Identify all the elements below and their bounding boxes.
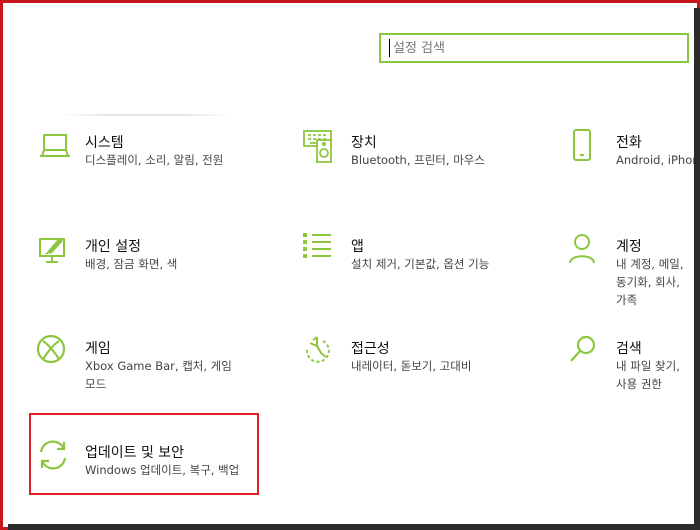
settings-window: 시스템 디스플레이, 소리, 알림, 전원 장치 Bluetooth, 프린터,… (0, 0, 700, 530)
tile-title: 게임 (85, 341, 111, 357)
personalization-icon (37, 233, 73, 269)
tile-description: 디스플레이, 소리, 알림, 전원 (85, 153, 224, 167)
search-icon (568, 335, 604, 371)
tile-phone[interactable]: 전화 Android, iPhone (568, 129, 700, 209)
tile-search[interactable]: 검색 내 파일 찾기, 사용 권한 (568, 335, 697, 415)
tile-description: 내 계정, 메일, 동기화, 회사, 가족 (616, 257, 684, 307)
tile-apps[interactable]: 앱 설치 제거, 기본값, 옵션 기능 (303, 233, 503, 313)
tile-gaming[interactable]: 게임 Xbox Game Bar, 캡처, 게임 모드 (37, 335, 237, 415)
tile-title: 개인 설정 (85, 239, 141, 255)
tile-description: 내레이터, 돋보기, 고대비 (351, 359, 472, 373)
highlight-annotation-box (29, 413, 259, 495)
search-input[interactable] (381, 35, 651, 61)
window-shadow-bottom (8, 524, 700, 530)
tile-description: Bluetooth, 프린터, 마우스 (351, 153, 485, 167)
tile-description: Android, iPhone (616, 153, 700, 167)
text-caret (389, 39, 390, 57)
tile-accounts[interactable]: 계정 내 계정, 메일, 동기화, 회사, 가족 (568, 233, 697, 313)
tile-description: Xbox Game Bar, 캡처, 게임 모드 (85, 359, 232, 391)
tile-title: 계정 (616, 239, 642, 255)
tile-system[interactable]: 시스템 디스플레이, 소리, 알림, 전원 (37, 129, 237, 209)
xbox-icon (37, 335, 73, 371)
laptop-icon (37, 129, 73, 165)
tile-description: 설치 제거, 기본값, 옵션 기능 (351, 257, 490, 271)
window-shadow-right (694, 8, 700, 530)
tile-title: 접근성 (351, 341, 390, 357)
keyboard-speaker-icon (303, 129, 339, 165)
tile-description: 내 파일 찾기, 사용 권한 (616, 359, 680, 391)
apps-list-icon (303, 233, 339, 269)
tile-ease-of-access[interactable]: 접근성 내레이터, 돋보기, 고대비 (303, 335, 503, 415)
tile-devices[interactable]: 장치 Bluetooth, 프린터, 마우스 (303, 129, 503, 209)
divider (61, 114, 231, 116)
phone-icon (568, 129, 604, 165)
tile-title: 시스템 (85, 135, 124, 151)
tile-title: 앱 (351, 239, 364, 255)
tile-title: 장치 (351, 135, 377, 151)
tile-description: 배경, 잠금 화면, 색 (85, 257, 178, 271)
tile-title: 전화 (616, 135, 642, 151)
settings-search-box[interactable] (379, 33, 689, 63)
tile-title: 검색 (616, 341, 642, 357)
ease-of-access-icon (303, 335, 339, 371)
tile-personalization[interactable]: 개인 설정 배경, 잠금 화면, 색 (37, 233, 237, 313)
person-icon (568, 233, 604, 269)
